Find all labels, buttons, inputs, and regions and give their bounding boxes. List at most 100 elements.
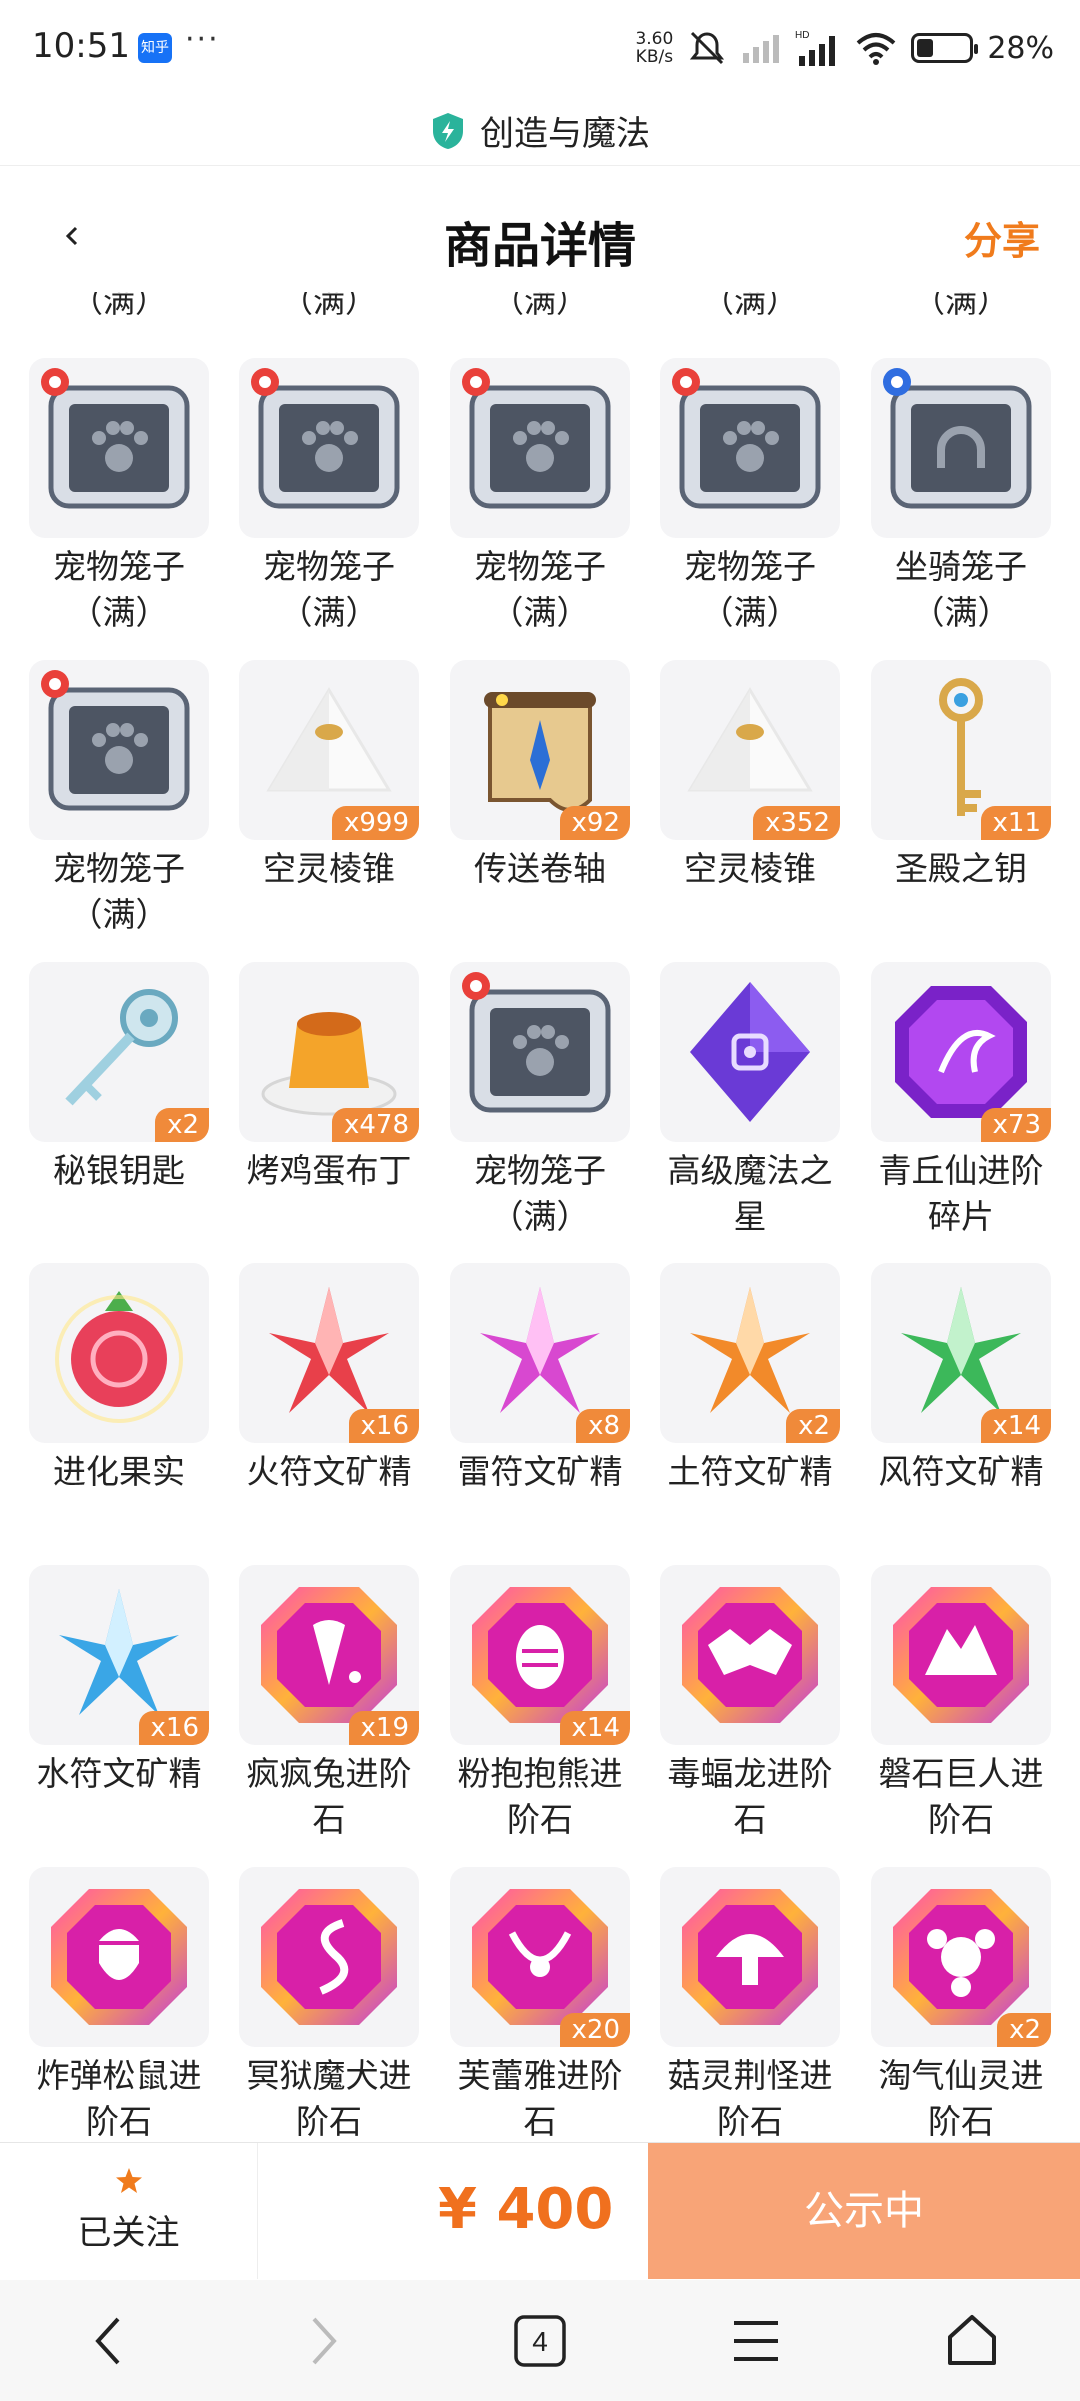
item-card[interactable]: x73 青丘仙进阶 碎片 bbox=[871, 962, 1051, 1240]
item-card[interactable]: 宠物笼子 （满） bbox=[450, 962, 630, 1240]
item-card[interactable]: 宠物笼子 （满） bbox=[29, 660, 209, 938]
item-card[interactable]: 冥狱魔犬进 阶石 bbox=[239, 1867, 419, 2145]
item-card[interactable]: x16 水符文矿精 bbox=[29, 1565, 209, 1797]
menu-icon bbox=[734, 2320, 778, 2361]
item-label: 进化果实 bbox=[53, 1452, 185, 1491]
item-label: 宠物笼子 （满） bbox=[474, 547, 606, 632]
item-card[interactable]: 菇灵荆怪进 阶石 bbox=[660, 1867, 840, 2145]
status-time: 10:51 bbox=[32, 26, 130, 66]
item-card[interactable]: x2 土符文矿精 bbox=[660, 1263, 840, 1495]
quantity-badge: x2 bbox=[997, 2013, 1051, 2047]
nav-tabs-button[interactable]: 4 bbox=[485, 2296, 595, 2386]
home-icon bbox=[948, 2314, 996, 2365]
item-tile bbox=[29, 1263, 209, 1443]
follow-button[interactable]: 已关注 bbox=[0, 2143, 258, 2279]
quantity-badge: x14 bbox=[559, 1711, 630, 1745]
item-card[interactable]: x8 雷符文矿精 bbox=[450, 1263, 630, 1495]
status-indicators: 3.60 KB/s HD 28% bbox=[635, 22, 1054, 74]
item-label: 菇灵荆怪进 阶石 bbox=[667, 2056, 833, 2141]
item-card[interactable]: 宠物笼子 （满） bbox=[239, 358, 419, 636]
nav-home-button[interactable] bbox=[917, 2296, 1027, 2386]
item-card[interactable]: 高级魔法之 星 bbox=[660, 962, 840, 1240]
item-label: 粉抱抱熊进 阶石 bbox=[457, 1754, 623, 1839]
item-card[interactable]: x14 风符文矿精 bbox=[871, 1263, 1051, 1495]
item-tile bbox=[450, 358, 630, 538]
item-label: 传送卷轴 bbox=[474, 849, 606, 888]
item-tile: x2 bbox=[660, 1263, 840, 1443]
item-card[interactable]: x20 芙蕾雅进阶 石 bbox=[450, 1867, 630, 2145]
item-label: 坐骑笼子 （满） bbox=[895, 547, 1027, 632]
item-label: （满） bbox=[912, 292, 1009, 320]
item-card[interactable]: 进化果实 bbox=[29, 1263, 209, 1495]
item-label: （满） bbox=[701, 292, 798, 320]
item-card[interactable]: 宠物笼子 （满） bbox=[29, 358, 209, 636]
item-tile: x14 bbox=[450, 1565, 630, 1745]
quantity-badge: x92 bbox=[559, 806, 630, 840]
item-card[interactable]: x2 淘气仙灵进 阶石 bbox=[871, 1867, 1051, 2145]
zhihu-app-icon: 知乎 bbox=[138, 33, 172, 63]
item-card[interactable]: x352 空灵棱锥 bbox=[660, 660, 840, 892]
item-card[interactable]: 炸弹松鼠进 阶石 bbox=[29, 1867, 209, 2145]
partial-row: （满） （满） （满） （满） （满） bbox=[0, 292, 1080, 332]
item-label: （满） bbox=[70, 292, 167, 320]
item-tile: x2 bbox=[871, 1867, 1051, 2047]
share-button[interactable]: 分享 bbox=[964, 210, 1040, 265]
page-header: 商品详情 分享 bbox=[0, 176, 1080, 294]
tabs-icon: 4 bbox=[514, 2314, 566, 2367]
item-tile: x2 bbox=[29, 962, 209, 1142]
nav-back-button[interactable] bbox=[53, 2296, 163, 2386]
quantity-badge: x16 bbox=[138, 1711, 209, 1745]
item-card[interactable]: x14 粉抱抱熊进 阶石 bbox=[450, 1565, 630, 1843]
item-card[interactable]: 磐石巨人进 阶石 bbox=[871, 1565, 1051, 1843]
item-tile: x999 bbox=[239, 660, 419, 840]
item-label: 冥狱魔犬进 阶石 bbox=[246, 2056, 412, 2141]
item-label: 磐石巨人进 阶石 bbox=[878, 1754, 1044, 1839]
item-label: 毒蝠龙进阶 石 bbox=[667, 1754, 833, 1839]
quantity-badge: x8 bbox=[576, 1409, 630, 1443]
item-label: （满） bbox=[280, 292, 377, 320]
network-speed: 3.60 KB/s bbox=[635, 29, 674, 67]
item-tile bbox=[450, 962, 630, 1142]
quantity-badge: x14 bbox=[980, 1409, 1051, 1443]
star-icon bbox=[116, 2168, 142, 2193]
quantity-badge: x11 bbox=[980, 806, 1051, 840]
item-card[interactable]: x11 圣殿之钥 bbox=[871, 660, 1051, 892]
item-card[interactable]: 宠物笼子 （满） bbox=[660, 358, 840, 636]
svg-text:HD: HD bbox=[795, 30, 809, 41]
item-card[interactable]: x16 火符文矿精 bbox=[239, 1263, 419, 1495]
browser-nav-bar: 4 bbox=[0, 2280, 1080, 2401]
item-card[interactable]: x999 空灵棱锥 bbox=[239, 660, 419, 892]
public-notice-button[interactable]: 公示中 bbox=[648, 2143, 1080, 2279]
nav-forward-button[interactable] bbox=[269, 2296, 379, 2386]
item-label: 烤鸡蛋布丁 bbox=[246, 1151, 412, 1190]
item-label: 宠物笼子 （满） bbox=[53, 547, 185, 632]
item-label: 宠物笼子 （满） bbox=[263, 547, 395, 632]
item-card[interactable]: x2 秘银钥匙 bbox=[29, 962, 209, 1194]
item-tile: x19 bbox=[239, 1565, 419, 1745]
item-label: 风符文矿精 bbox=[878, 1452, 1044, 1491]
nav-menu-button[interactable] bbox=[701, 2296, 811, 2386]
battery-icon bbox=[911, 33, 979, 63]
item-tile bbox=[871, 358, 1051, 538]
item-card[interactable]: 毒蝠龙进阶 石 bbox=[660, 1565, 840, 1843]
quantity-badge: x2 bbox=[155, 1108, 209, 1142]
quantity-badge: x352 bbox=[752, 806, 840, 840]
quantity-badge: x73 bbox=[980, 1108, 1051, 1142]
item-card[interactable]: 坐骑笼子 （满） bbox=[871, 358, 1051, 636]
item-card[interactable]: 宠物笼子 （满） bbox=[450, 358, 630, 636]
forward-icon bbox=[312, 2317, 337, 2364]
item-tile: x92 bbox=[450, 660, 630, 840]
item-card[interactable]: x478 烤鸡蛋布丁 bbox=[239, 962, 419, 1194]
price: ¥ 400 bbox=[438, 2177, 614, 2242]
status-bar: 10:51 知乎 ··· 3.60 KB/s HD 28% bbox=[0, 0, 1080, 96]
item-tile: x478 bbox=[239, 962, 419, 1142]
app-title-bar: 创造与魔法 bbox=[0, 96, 1080, 166]
item-label: 雷符文矿精 bbox=[457, 1452, 623, 1491]
item-card[interactable]: x19 疯疯兔进阶 石 bbox=[239, 1565, 419, 1843]
battery-percent: 28% bbox=[987, 30, 1054, 66]
quantity-badge: x20 bbox=[559, 2013, 630, 2047]
mute-icon bbox=[690, 31, 725, 65]
item-tile bbox=[871, 1565, 1051, 1745]
item-label: 疯疯兔进阶 石 bbox=[246, 1754, 412, 1839]
item-card[interactable]: x92 传送卷轴 bbox=[450, 660, 630, 892]
